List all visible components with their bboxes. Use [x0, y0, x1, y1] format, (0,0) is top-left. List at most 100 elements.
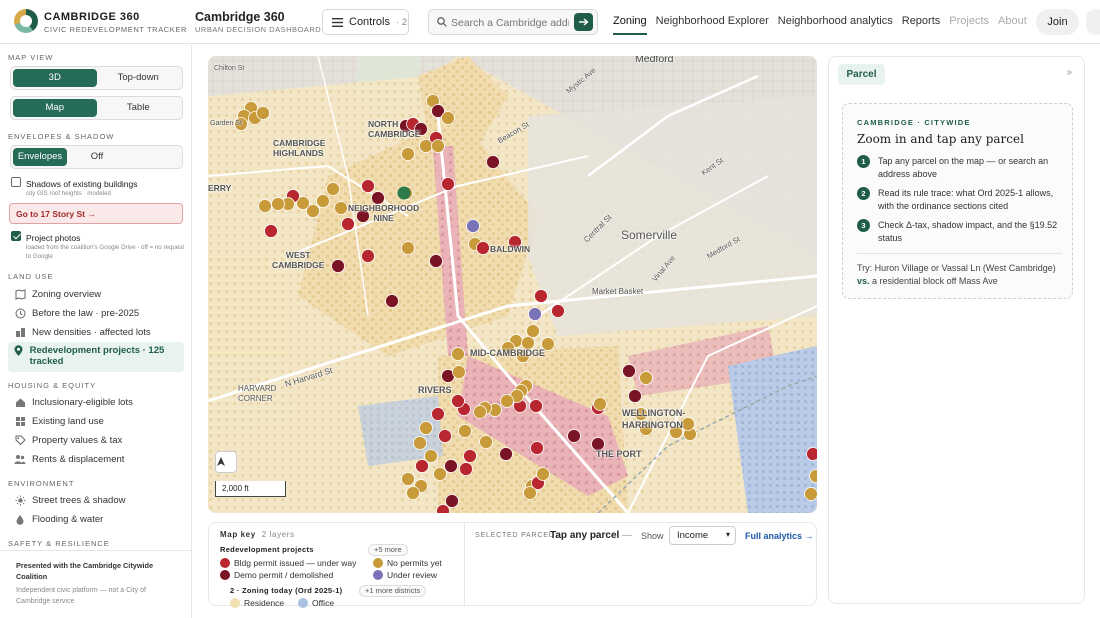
project-marker[interactable]	[500, 394, 514, 408]
sidebar-item-rents[interactable]: Rents & displacement	[8, 450, 184, 468]
project-marker[interactable]	[536, 467, 550, 481]
display-map-button[interactable]: Map	[13, 99, 97, 117]
project-marker[interactable]	[401, 472, 415, 486]
controls-button[interactable]: Controls · 2	[322, 9, 409, 35]
nav-neighborhood-explorer[interactable]: Neighborhood Explorer	[656, 0, 769, 35]
project-marker[interactable]	[486, 155, 500, 169]
sidebar-item-redevelopment[interactable]: Redevelopment projects · 125 tracked	[8, 342, 184, 372]
project-marker[interactable]	[476, 241, 490, 255]
project-marker[interactable]	[401, 147, 415, 161]
project-marker[interactable]	[424, 449, 438, 463]
legend-more-districts[interactable]: +1 more districts	[359, 585, 427, 597]
project-marker[interactable]	[431, 139, 445, 153]
search-submit-button[interactable]	[574, 13, 593, 31]
photos-checkbox[interactable]	[11, 231, 21, 241]
project-marker[interactable]	[361, 179, 375, 193]
project-marker[interactable]	[429, 254, 443, 268]
project-marker[interactable]	[401, 241, 415, 255]
project-marker[interactable]	[534, 289, 548, 303]
project-marker[interactable]	[431, 407, 445, 421]
people-icon	[14, 454, 26, 464]
project-marker[interactable]	[256, 106, 270, 120]
project-marker[interactable]	[451, 347, 465, 361]
project-marker[interactable]	[331, 259, 345, 273]
project-marker[interactable]	[804, 487, 818, 501]
project-marker[interactable]	[406, 486, 420, 500]
project-marker[interactable]	[444, 459, 458, 473]
sidebar-item-property-values[interactable]: Property values & tax	[8, 431, 184, 449]
sidebar-item-inclusionary[interactable]: Inclusionary-eligible lots	[8, 393, 184, 411]
project-marker[interactable]	[445, 494, 459, 508]
project-marker[interactable]	[397, 186, 411, 200]
sidebar-item-zoning-overview[interactable]: Zoning overview	[8, 285, 184, 303]
display-table-button[interactable]: Table	[97, 99, 181, 117]
envelopes-off-button[interactable]: Off	[67, 148, 127, 166]
project-marker[interactable]	[326, 182, 340, 196]
project-marker[interactable]	[441, 111, 455, 125]
project-marker[interactable]	[530, 441, 544, 455]
full-analytics-link[interactable]: Full analytics →	[745, 531, 814, 541]
project-marker[interactable]	[458, 424, 472, 438]
goto-button[interactable]: Go to 17 Story St →	[9, 203, 183, 224]
nav-zoning[interactable]: Zoning	[613, 0, 647, 35]
nav-projects[interactable]: Projects	[949, 0, 989, 35]
nav-reports[interactable]: Reports	[902, 0, 941, 35]
account-button[interactable]	[1086, 9, 1100, 35]
sidebar-item-land-use[interactable]: Existing land use	[8, 412, 184, 430]
view-topdown-button[interactable]: Top-down	[97, 69, 181, 87]
project-marker[interactable]	[413, 436, 427, 450]
project-marker[interactable]	[334, 201, 348, 215]
view-3d-button[interactable]: 3D	[13, 69, 97, 87]
project-marker[interactable]	[306, 204, 320, 218]
sidebar-item-before-law[interactable]: Before the law · pre-2025	[8, 304, 184, 322]
project-marker[interactable]	[473, 405, 487, 419]
project-marker[interactable]	[567, 429, 581, 443]
project-marker[interactable]	[528, 307, 542, 321]
project-marker[interactable]	[361, 249, 375, 263]
project-marker[interactable]	[264, 224, 278, 238]
tab-parcel[interactable]: Parcel	[838, 64, 885, 85]
project-marker[interactable]	[529, 399, 543, 413]
project-marker[interactable]	[438, 429, 452, 443]
address-search[interactable]	[428, 9, 598, 35]
project-marker[interactable]	[622, 364, 636, 378]
project-marker[interactable]	[385, 294, 399, 308]
map-layer[interactable]	[208, 56, 817, 513]
project-marker[interactable]	[419, 421, 433, 435]
search-input[interactable]	[451, 14, 569, 31]
sidebar-item-street-trees[interactable]: Street trees & shadow	[8, 491, 184, 509]
compass-button[interactable]	[215, 451, 237, 473]
map-canvas[interactable]: Medford NORTH CAMBRIDGE CAMBRIDGE HIGHLA…	[208, 56, 817, 513]
project-marker[interactable]	[451, 394, 465, 408]
show-select[interactable]: Income ▾	[669, 526, 736, 545]
sidebar-item-new-densities[interactable]: New densities · affected lots	[8, 323, 184, 341]
project-marker[interactable]	[419, 139, 433, 153]
project-marker[interactable]	[526, 324, 540, 338]
project-marker[interactable]	[316, 194, 330, 208]
project-marker[interactable]	[523, 486, 537, 500]
project-marker[interactable]	[628, 389, 642, 403]
nav-about[interactable]: About	[998, 0, 1027, 35]
project-marker[interactable]	[499, 447, 513, 461]
project-marker[interactable]	[463, 449, 477, 463]
project-marker[interactable]	[593, 397, 607, 411]
collapse-panel-icon[interactable]: »	[1066, 67, 1072, 78]
nav-neighborhood-analytics[interactable]: Neighborhood analytics	[778, 0, 893, 35]
project-marker[interactable]	[433, 467, 447, 481]
project-marker[interactable]	[258, 199, 272, 213]
project-marker[interactable]	[806, 447, 818, 461]
project-marker[interactable]	[466, 219, 480, 233]
shadows-checkbox[interactable]	[11, 177, 21, 187]
sidebar-item-flooding[interactable]: Flooding & water	[8, 510, 184, 528]
envelopes-on-button[interactable]: Envelopes	[13, 148, 67, 166]
project-marker[interactable]	[415, 459, 429, 473]
project-marker[interactable]	[452, 365, 466, 379]
project-marker[interactable]	[479, 435, 493, 449]
project-marker[interactable]	[639, 371, 653, 385]
project-marker[interactable]	[551, 304, 565, 318]
project-marker[interactable]	[459, 462, 473, 476]
project-marker[interactable]	[271, 197, 285, 211]
legend-more-projects[interactable]: +5 more	[368, 544, 408, 556]
project-marker[interactable]	[441, 177, 455, 191]
join-button[interactable]: Join	[1036, 9, 1079, 35]
